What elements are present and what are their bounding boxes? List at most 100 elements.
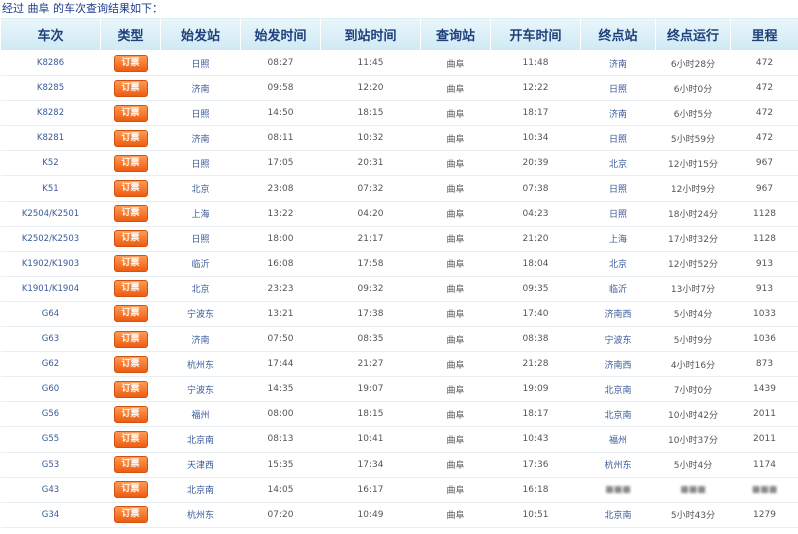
book-ticket-button[interactable]: 订票 [113,330,148,348]
book-ticket-button[interactable]: 订票 [113,380,148,398]
train-number-cell[interactable]: G62 [0,351,101,378]
arrival-time-cell: 21:17 [320,226,421,252]
train-number-cell[interactable]: K8281 [0,125,101,152]
book-ticket-button[interactable]: 订票 [113,506,148,524]
train-number-cell[interactable]: K8286 [0,50,101,77]
book-ticket-button[interactable]: 订票 [113,79,148,97]
terminal-station-cell: 济南西 [580,351,656,378]
table-row: G34 订票 杭州东 07:20 10:49 曲阜 10:51 北京南 5小时43分 1279 [0,502,798,528]
terminal-station-cell: 北京南 [580,502,656,528]
type-cell: 订票 [100,150,161,177]
book-ticket-button[interactable]: 订票 [113,456,148,474]
origin-time-cell: 13:22 [240,201,321,227]
train-number-cell[interactable]: K2504/K2501 [0,201,101,227]
terminal-station-cell: 宁波东 [580,326,656,353]
obscured-value: ■■■ [751,484,778,495]
distance-cell: 1174 [730,452,798,478]
table-row: G60 订票 宁波东 14:35 19:07 曲阜 19:09 北京南 7小时0分 1439 [0,376,798,403]
obscured-value: ■■■ [680,484,706,495]
total-duration-cell: 5小时4分 [655,301,731,328]
total-duration-cell: 5小时4分 [655,452,731,478]
train-number-cell[interactable]: G63 [0,326,101,353]
train-number-cell[interactable]: K1902/K1903 [0,251,101,277]
train-number-cell[interactable]: G43 [0,477,101,503]
terminal-station-cell: 日照 [580,201,656,227]
train-number-cell[interactable]: G53 [0,452,101,478]
query-station-cell: 曲阜 [420,477,491,503]
train-number-cell[interactable]: K52 [0,150,101,177]
origin-station-cell: 杭州东 [160,351,241,378]
table-row: K1902/K1903 订票 临沂 16:08 17:58 曲阜 18:04 北京 12小时52… [0,251,798,277]
arrival-time-cell: 10:32 [320,125,421,152]
distance-cell: 967 [730,175,798,202]
book-ticket-button[interactable]: 订票 [113,205,148,223]
train-number-cell[interactable]: K8285 [0,75,101,102]
query-station-cell: 曲阜 [420,401,491,428]
query-station-cell: 曲阜 [420,75,491,102]
origin-time-cell: 23:08 [240,175,321,202]
arrival-time-cell: 17:34 [320,452,421,478]
caption-suffix: 的车次查询结果如下： [53,2,163,15]
query-station-cell: 曲阜 [420,251,491,277]
column-header-total-duration: 终点运行 [655,17,731,51]
terminal-station-cell: 北京南 [580,401,656,428]
origin-time-cell: 17:05 [240,150,321,177]
origin-station-cell: 宁波东 [160,301,241,328]
book-ticket-button[interactable]: 订票 [113,405,148,423]
origin-time-cell: 07:50 [240,326,321,353]
table-body: K8286 订票 日照 08:27 11:45 曲阜 11:48 济南 6小时28分 472 K82… [0,50,798,528]
type-cell: 订票 [100,301,161,328]
type-cell: 订票 [100,401,161,428]
book-ticket-button[interactable]: 订票 [113,305,148,323]
terminal-station-cell: ■■■ [580,477,656,503]
distance-cell: 472 [730,100,798,127]
train-number-cell[interactable]: G60 [0,376,101,403]
book-ticket-button[interactable]: 订票 [113,430,148,448]
book-ticket-button[interactable]: 订票 [113,355,148,373]
arrival-time-cell: 10:49 [320,502,421,528]
book-ticket-button[interactable]: 订票 [113,230,148,248]
book-ticket-button[interactable]: 订票 [113,154,148,172]
type-cell: 订票 [100,100,161,127]
total-duration-cell: 6小时5分 [655,100,731,127]
departure-time-cell: 10:34 [490,125,581,152]
query-station-cell: 曲阜 [420,502,491,528]
terminal-station-cell: 日照 [580,125,656,152]
train-number-cell[interactable]: K8282 [0,100,101,127]
train-number-cell[interactable]: G64 [0,301,101,328]
origin-time-cell: 14:05 [240,477,321,503]
total-duration-cell: 12小时15分 [655,150,731,177]
total-duration-cell: 10小时42分 [655,401,731,428]
train-number-cell[interactable]: K51 [0,175,101,202]
book-ticket-button[interactable]: 订票 [113,180,148,198]
total-duration-cell: 12小时9分 [655,175,731,202]
total-duration-cell: 10小时37分 [655,426,731,453]
total-duration-cell: ■■■ [655,477,731,503]
book-ticket-button[interactable]: 订票 [113,54,148,72]
distance-cell: 1036 [730,326,798,353]
book-ticket-button[interactable]: 订票 [113,481,148,499]
type-cell: 订票 [100,351,161,378]
book-ticket-button[interactable]: 订票 [113,280,148,298]
results-caption: 经过 曲阜 的车次查询结果如下： [2,1,163,17]
arrival-time-cell: 11:45 [320,50,421,77]
origin-time-cell: 17:44 [240,351,321,378]
origin-station-cell: 杭州东 [160,502,241,528]
arrival-time-cell: 09:32 [320,276,421,302]
book-ticket-button[interactable]: 订票 [113,104,148,122]
table-row: K2502/K2503 订票 日照 18:00 21:17 曲阜 21:20 上海 17小时32… [0,226,798,252]
train-number-cell[interactable]: G55 [0,426,101,453]
terminal-station-cell: 北京 [580,251,656,277]
departure-time-cell: 18:17 [490,100,581,127]
arrival-time-cell: 21:27 [320,351,421,378]
book-ticket-button[interactable]: 订票 [113,129,148,147]
train-number-cell[interactable]: G34 [0,502,101,528]
query-station-cell: 曲阜 [420,301,491,328]
departure-time-cell: 12:22 [490,75,581,102]
departure-time-cell: 10:43 [490,426,581,453]
train-number-cell[interactable]: G56 [0,401,101,428]
query-station-cell: 曲阜 [420,276,491,302]
train-number-cell[interactable]: K2502/K2503 [0,226,101,252]
train-number-cell[interactable]: K1901/K1904 [0,276,101,302]
book-ticket-button[interactable]: 订票 [113,255,148,273]
